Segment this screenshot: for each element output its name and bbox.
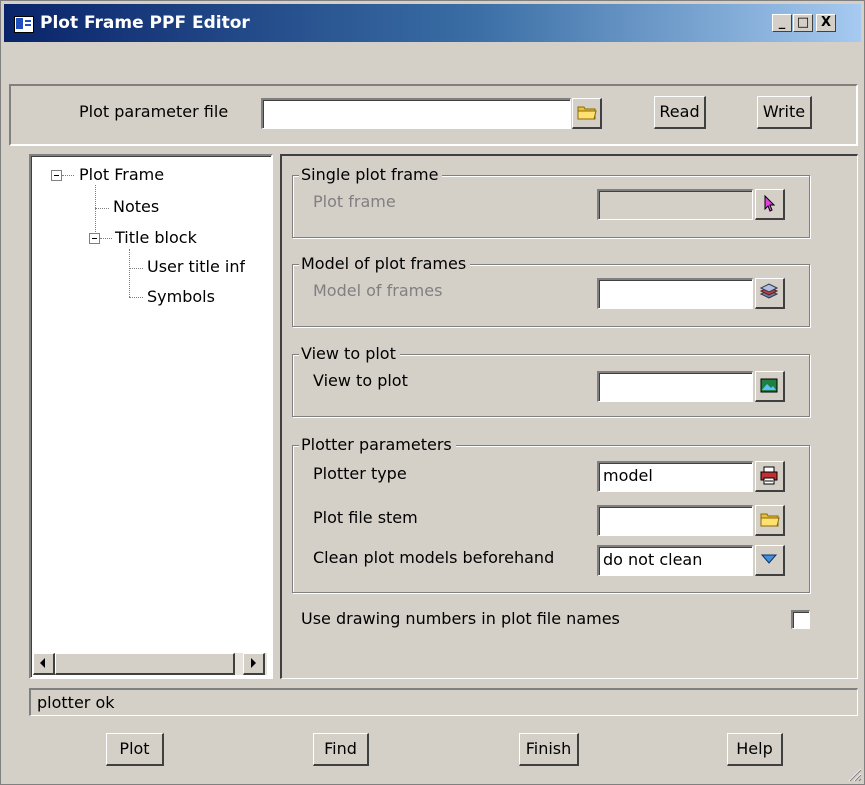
tree-connector [100, 238, 112, 239]
tree-item-user-title-info[interactable]: User title info [147, 257, 245, 276]
ppf-input[interactable] [261, 98, 571, 129]
parameter-file-panel: Plot parameter file Read Write [9, 84, 858, 146]
collapse-plot-frame-icon[interactable] [51, 170, 62, 181]
view-to-plot-title: View to plot [299, 344, 400, 363]
clean-plot-models-select[interactable]: do not clean [597, 545, 753, 576]
collapse-title-block-icon[interactable] [89, 233, 100, 244]
minimize-icon: _ [778, 15, 786, 30]
model-of-frames-input[interactable] [597, 278, 753, 309]
plot-file-stem-input[interactable] [597, 505, 753, 536]
write-button[interactable]: Write [757, 96, 812, 129]
help-button[interactable]: Help [727, 733, 783, 766]
folder-icon [577, 106, 597, 120]
tree-item-notes[interactable]: Notes [113, 197, 159, 216]
arrow-right-icon [251, 658, 256, 668]
view-select-button[interactable] [755, 371, 785, 402]
scroll-right-button[interactable] [243, 653, 265, 675]
plot-frame-label: Plot frame [313, 192, 396, 211]
tree-connector [95, 185, 96, 240]
plot-file-stem-label: Plot file stem [313, 508, 418, 527]
plot-button[interactable]: Plot [106, 733, 164, 766]
ppf-label: Plot parameter file [79, 102, 229, 121]
use-drawing-numbers-label: Use drawing numbers in plot file names [301, 609, 620, 628]
tree-connector [62, 175, 74, 176]
minimize-button[interactable]: _ [772, 14, 792, 32]
tree-connector [95, 208, 109, 209]
ppf-browse-button[interactable] [572, 98, 602, 129]
tree-connector [129, 268, 143, 269]
app-icon [14, 16, 34, 33]
plot-file-stem-browse-button[interactable] [755, 505, 785, 536]
layers-icon [759, 283, 779, 299]
view-to-plot-group: View to plot View to plot [292, 344, 810, 417]
plot-frame-ppf-editor-window: Plot Frame PPF Editor _ □ X Plot paramet… [0, 0, 865, 785]
plotter-type-button[interactable] [755, 461, 785, 492]
window-title: Plot Frame PPF Editor [40, 13, 250, 33]
plotter-type-input[interactable]: model [597, 461, 753, 492]
scroll-thumb[interactable] [55, 653, 235, 675]
arrow-left-icon [40, 658, 45, 668]
single-plot-frame-title: Single plot frame [299, 165, 443, 184]
status-bar: plotter ok [29, 688, 858, 716]
close-button[interactable]: X [816, 14, 836, 32]
model-of-plot-frames-group: Model of plot frames Model of frames [292, 254, 810, 327]
plot-frame-input [597, 189, 753, 220]
tree-horizontal-scrollbar[interactable] [33, 653, 267, 675]
tree-item-symbols[interactable]: Symbols [147, 287, 215, 306]
folder-icon [760, 513, 780, 527]
maximize-icon: □ [796, 15, 810, 30]
resize-grip-icon[interactable] [846, 766, 862, 782]
plotter-parameters-group: Plotter parameters Plotter type model Pl… [292, 435, 810, 593]
chevron-down-icon [760, 554, 778, 564]
close-icon: X [820, 15, 832, 30]
tree-panel: Plot Frame Notes Title block User title … [29, 154, 273, 679]
model-of-plot-frames-title: Model of plot frames [299, 254, 471, 273]
single-plot-frame-group: Single plot frame Plot frame [292, 165, 810, 238]
read-button[interactable]: Read [654, 96, 706, 129]
clean-plot-models-dropdown-button[interactable] [755, 545, 785, 576]
pick-cursor-icon [764, 194, 776, 212]
tree-connector [129, 249, 130, 297]
view-icon [760, 378, 778, 393]
clean-plot-models-label: Clean plot models beforehand [313, 548, 555, 567]
plotter-type-label: Plotter type [313, 464, 407, 483]
scroll-left-button[interactable] [33, 653, 55, 675]
printer-icon [760, 466, 778, 485]
find-button[interactable]: Find [313, 733, 369, 766]
pick-plot-frame-button[interactable] [755, 189, 785, 220]
tree-connector [129, 297, 143, 298]
view-to-plot-input[interactable] [597, 371, 753, 402]
tree-item-title-block[interactable]: Title block [115, 228, 197, 247]
plotter-parameters-title: Plotter parameters [299, 435, 456, 454]
title-bar[interactable]: Plot Frame PPF Editor _ □ X [4, 4, 861, 42]
model-select-button[interactable] [755, 278, 785, 309]
model-of-frames-label: Model of frames [313, 281, 443, 300]
finish-button[interactable]: Finish [519, 733, 579, 766]
tree-item-plot-frame[interactable]: Plot Frame [79, 165, 164, 184]
use-drawing-numbers-checkbox[interactable] [791, 610, 810, 629]
tree-item-user-title-info-clip: User title info [147, 257, 245, 279]
view-to-plot-label: View to plot [313, 371, 408, 390]
maximize-button[interactable]: □ [793, 14, 813, 32]
